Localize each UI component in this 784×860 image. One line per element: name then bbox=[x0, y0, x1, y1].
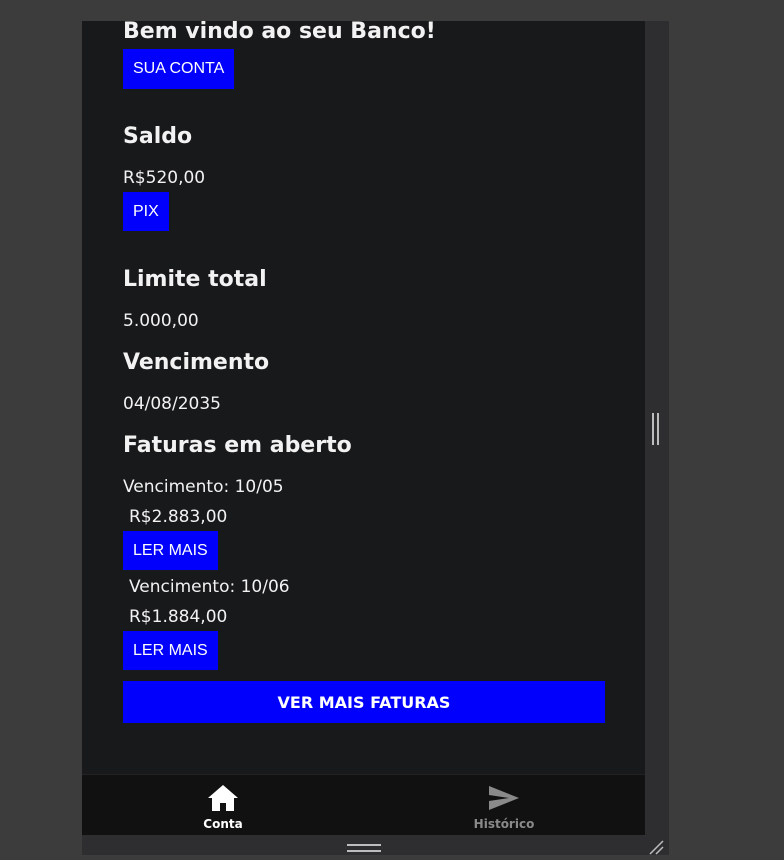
balance-heading: Saldo bbox=[123, 124, 193, 149]
invoice-amount: R$2.883,00 bbox=[129, 507, 228, 527]
pix-button[interactable]: PIX bbox=[123, 192, 169, 231]
nav-label: Histórico bbox=[473, 817, 535, 831]
bottom-navigation: Conta Histórico bbox=[82, 774, 645, 835]
limit-value: 5.000,00 bbox=[123, 311, 199, 331]
balance-value: R$520,00 bbox=[123, 168, 206, 188]
account-button[interactable]: SUA CONTA bbox=[123, 49, 235, 89]
resize-corner-icon[interactable] bbox=[648, 839, 664, 855]
more-invoices-button[interactable]: VER MAIS FATURAS bbox=[123, 681, 605, 723]
device-frame: Bem vindo ao seu Banco! SUA CONTA Saldo … bbox=[82, 21, 669, 855]
nav-label: Conta bbox=[203, 817, 243, 831]
nav-item-conta[interactable]: Conta bbox=[163, 783, 283, 831]
welcome-title: Bem vindo ao seu Banco! bbox=[123, 21, 436, 44]
resize-grip-icon[interactable] bbox=[652, 413, 660, 445]
read-more-button[interactable]: LER MAIS bbox=[123, 631, 218, 670]
due-heading: Vencimento bbox=[123, 350, 270, 375]
invoice-due: Vencimento: 10/05 bbox=[123, 477, 284, 497]
invoices-heading: Faturas em aberto bbox=[123, 433, 352, 458]
limit-heading: Limite total bbox=[123, 267, 267, 292]
read-more-button[interactable]: LER MAIS bbox=[123, 531, 218, 570]
send-icon bbox=[444, 783, 564, 813]
due-value: 04/08/2035 bbox=[123, 394, 221, 414]
bottom-grip-icon[interactable] bbox=[347, 844, 381, 854]
home-icon bbox=[163, 783, 283, 813]
invoice-amount: R$1.884,00 bbox=[129, 607, 228, 627]
nav-item-historico[interactable]: Histórico bbox=[444, 783, 564, 831]
invoice-due: Vencimento: 10/06 bbox=[129, 577, 290, 597]
app-screen: Bem vindo ao seu Banco! SUA CONTA Saldo … bbox=[82, 21, 645, 835]
